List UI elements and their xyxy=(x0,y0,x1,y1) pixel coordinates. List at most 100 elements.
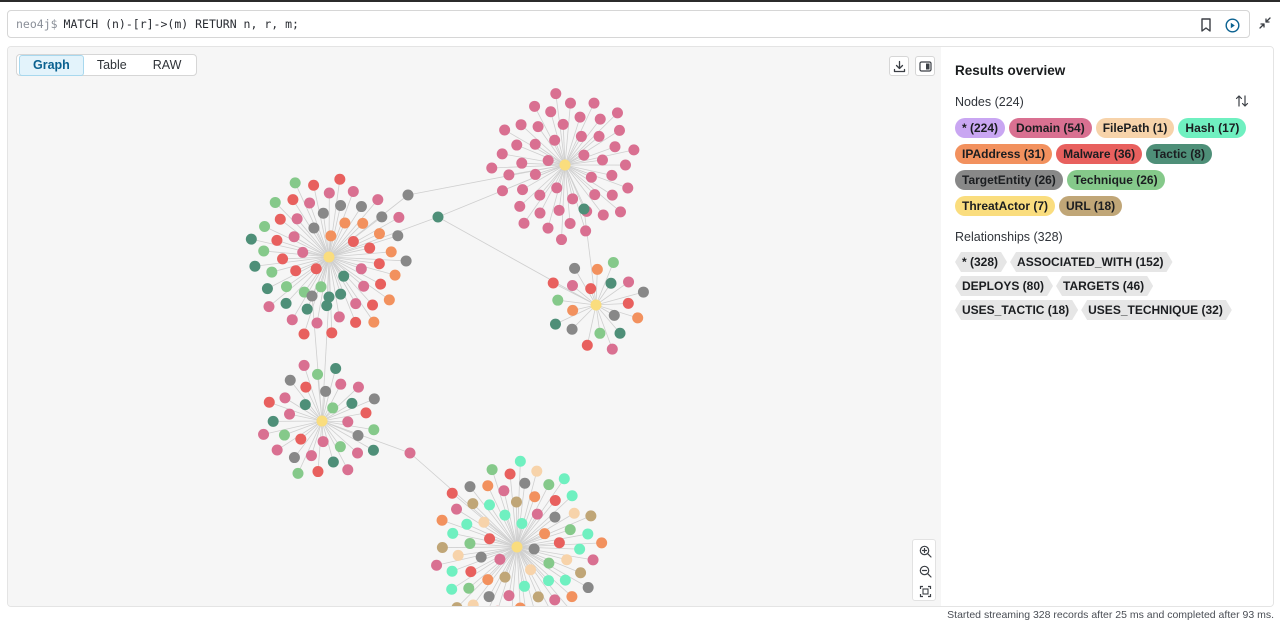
node-tactic[interactable] xyxy=(245,233,257,245)
node-hash[interactable] xyxy=(543,575,555,587)
node-technique[interactable] xyxy=(564,524,576,536)
node-filepath[interactable] xyxy=(452,549,464,561)
node-targetentity[interactable] xyxy=(582,582,594,594)
node-hash[interactable] xyxy=(447,527,459,539)
node-hash[interactable] xyxy=(499,509,511,521)
node-malware[interactable] xyxy=(326,327,338,339)
chip-uses-tactic[interactable]: USES_TACTIC (18) xyxy=(955,300,1078,320)
node-tactic[interactable] xyxy=(335,288,347,300)
node-malware[interactable] xyxy=(347,236,359,248)
node-malware[interactable] xyxy=(547,277,559,289)
chip-deploys[interactable]: DEPLOYS (80) xyxy=(955,276,1053,296)
node-domain[interactable] xyxy=(574,111,586,123)
node-targetentity[interactable] xyxy=(464,481,476,493)
node-ipaddress[interactable] xyxy=(596,537,608,549)
node-tactic[interactable] xyxy=(614,327,626,339)
node-domain[interactable] xyxy=(566,280,578,292)
node-hash[interactable] xyxy=(514,455,526,467)
node-tactic[interactable] xyxy=(327,456,339,468)
node-domain[interactable] xyxy=(588,97,600,109)
node-domain[interactable] xyxy=(531,508,543,520)
node-domain[interactable] xyxy=(534,207,546,219)
graph-visualization[interactable] xyxy=(8,47,941,607)
node-threatactor[interactable] xyxy=(590,299,602,311)
node-domain[interactable] xyxy=(263,301,275,313)
node-tactic[interactable] xyxy=(249,260,261,272)
node-domain[interactable] xyxy=(393,211,405,223)
sidebar-toggle-icon[interactable] xyxy=(915,56,935,76)
node-malware[interactable] xyxy=(581,339,593,351)
node-targetentity[interactable] xyxy=(376,211,388,223)
graph-canvas[interactable]: Graph Table RAW xyxy=(8,47,941,607)
node-domain[interactable] xyxy=(557,118,569,130)
node-domain[interactable] xyxy=(549,134,561,146)
node-threatactor[interactable] xyxy=(511,541,523,553)
node-malware[interactable] xyxy=(373,258,385,270)
fit-to-screen-icon[interactable] xyxy=(916,582,934,600)
node-ipaddress[interactable] xyxy=(482,480,494,492)
node-domain[interactable] xyxy=(623,276,635,288)
node-domain[interactable] xyxy=(597,209,609,221)
chip-domain[interactable]: Domain (54) xyxy=(1009,118,1092,138)
chip-url[interactable]: URL (18) xyxy=(1059,196,1123,216)
node-technique[interactable] xyxy=(278,429,290,441)
node-domain[interactable] xyxy=(498,485,510,497)
node-domain[interactable] xyxy=(611,107,623,119)
node-targetentity[interactable] xyxy=(306,290,318,302)
node-ipaddress[interactable] xyxy=(566,591,578,603)
node-malware[interactable] xyxy=(263,396,275,408)
node-domain[interactable] xyxy=(564,97,576,109)
node-filepath[interactable] xyxy=(467,599,479,607)
node-targetentity[interactable] xyxy=(566,323,578,335)
node-domain[interactable] xyxy=(347,185,359,197)
sort-icon[interactable] xyxy=(1235,94,1251,110)
chip-all-relationships[interactable]: * (328) xyxy=(955,252,1007,272)
node-domain[interactable] xyxy=(606,343,618,355)
node-filepath[interactable] xyxy=(525,564,537,576)
node-domain[interactable] xyxy=(587,554,599,566)
node-domain[interactable] xyxy=(496,148,508,160)
node-domain[interactable] xyxy=(297,246,309,258)
node-technique[interactable] xyxy=(594,327,606,339)
node-filepath[interactable] xyxy=(561,554,573,566)
node-ipaddress[interactable] xyxy=(368,316,380,328)
node-malware[interactable] xyxy=(553,537,565,549)
node-targetentity[interactable] xyxy=(284,374,296,386)
node-domain[interactable] xyxy=(594,113,606,125)
node-domain[interactable] xyxy=(298,359,310,371)
node-tactic[interactable] xyxy=(280,297,292,309)
node-domain[interactable] xyxy=(606,189,618,201)
node-hash[interactable] xyxy=(582,528,594,540)
node-threatactor[interactable] xyxy=(323,251,335,263)
chip-technique[interactable]: Technique (26) xyxy=(1066,170,1165,190)
node-filepath[interactable] xyxy=(531,465,543,477)
node-domain[interactable] xyxy=(517,184,529,196)
node-domain[interactable] xyxy=(291,213,303,225)
node-ipaddress[interactable] xyxy=(529,491,541,503)
node-tactic[interactable] xyxy=(323,291,335,303)
node-threatactor[interactable] xyxy=(559,159,571,171)
node-domain[interactable] xyxy=(431,559,443,571)
node-ipaddress[interactable] xyxy=(385,246,397,258)
node-domain[interactable] xyxy=(542,222,554,234)
node-domain[interactable] xyxy=(613,124,625,136)
node-targetentity[interactable] xyxy=(569,262,581,274)
node-domain[interactable] xyxy=(323,187,335,199)
tab-table[interactable]: Table xyxy=(84,56,140,75)
chip-targetentity[interactable]: TargetEntity (26) xyxy=(955,170,1063,190)
node-ipaddress[interactable] xyxy=(539,528,551,540)
node-malware[interactable] xyxy=(274,213,286,225)
node-domain[interactable] xyxy=(511,139,523,151)
node-tactic[interactable] xyxy=(432,211,444,223)
node-technique[interactable] xyxy=(543,479,555,491)
node-technique[interactable] xyxy=(327,402,339,414)
node-domain[interactable] xyxy=(333,311,345,323)
collapse-icon[interactable] xyxy=(1258,16,1274,32)
node-tactic[interactable] xyxy=(330,362,342,374)
node-targetentity[interactable] xyxy=(637,286,649,298)
node-hash[interactable] xyxy=(559,574,571,586)
node-url[interactable] xyxy=(436,542,448,554)
node-domain[interactable] xyxy=(542,155,554,167)
node-domain[interactable] xyxy=(355,263,367,275)
node-ipaddress[interactable] xyxy=(591,263,603,275)
